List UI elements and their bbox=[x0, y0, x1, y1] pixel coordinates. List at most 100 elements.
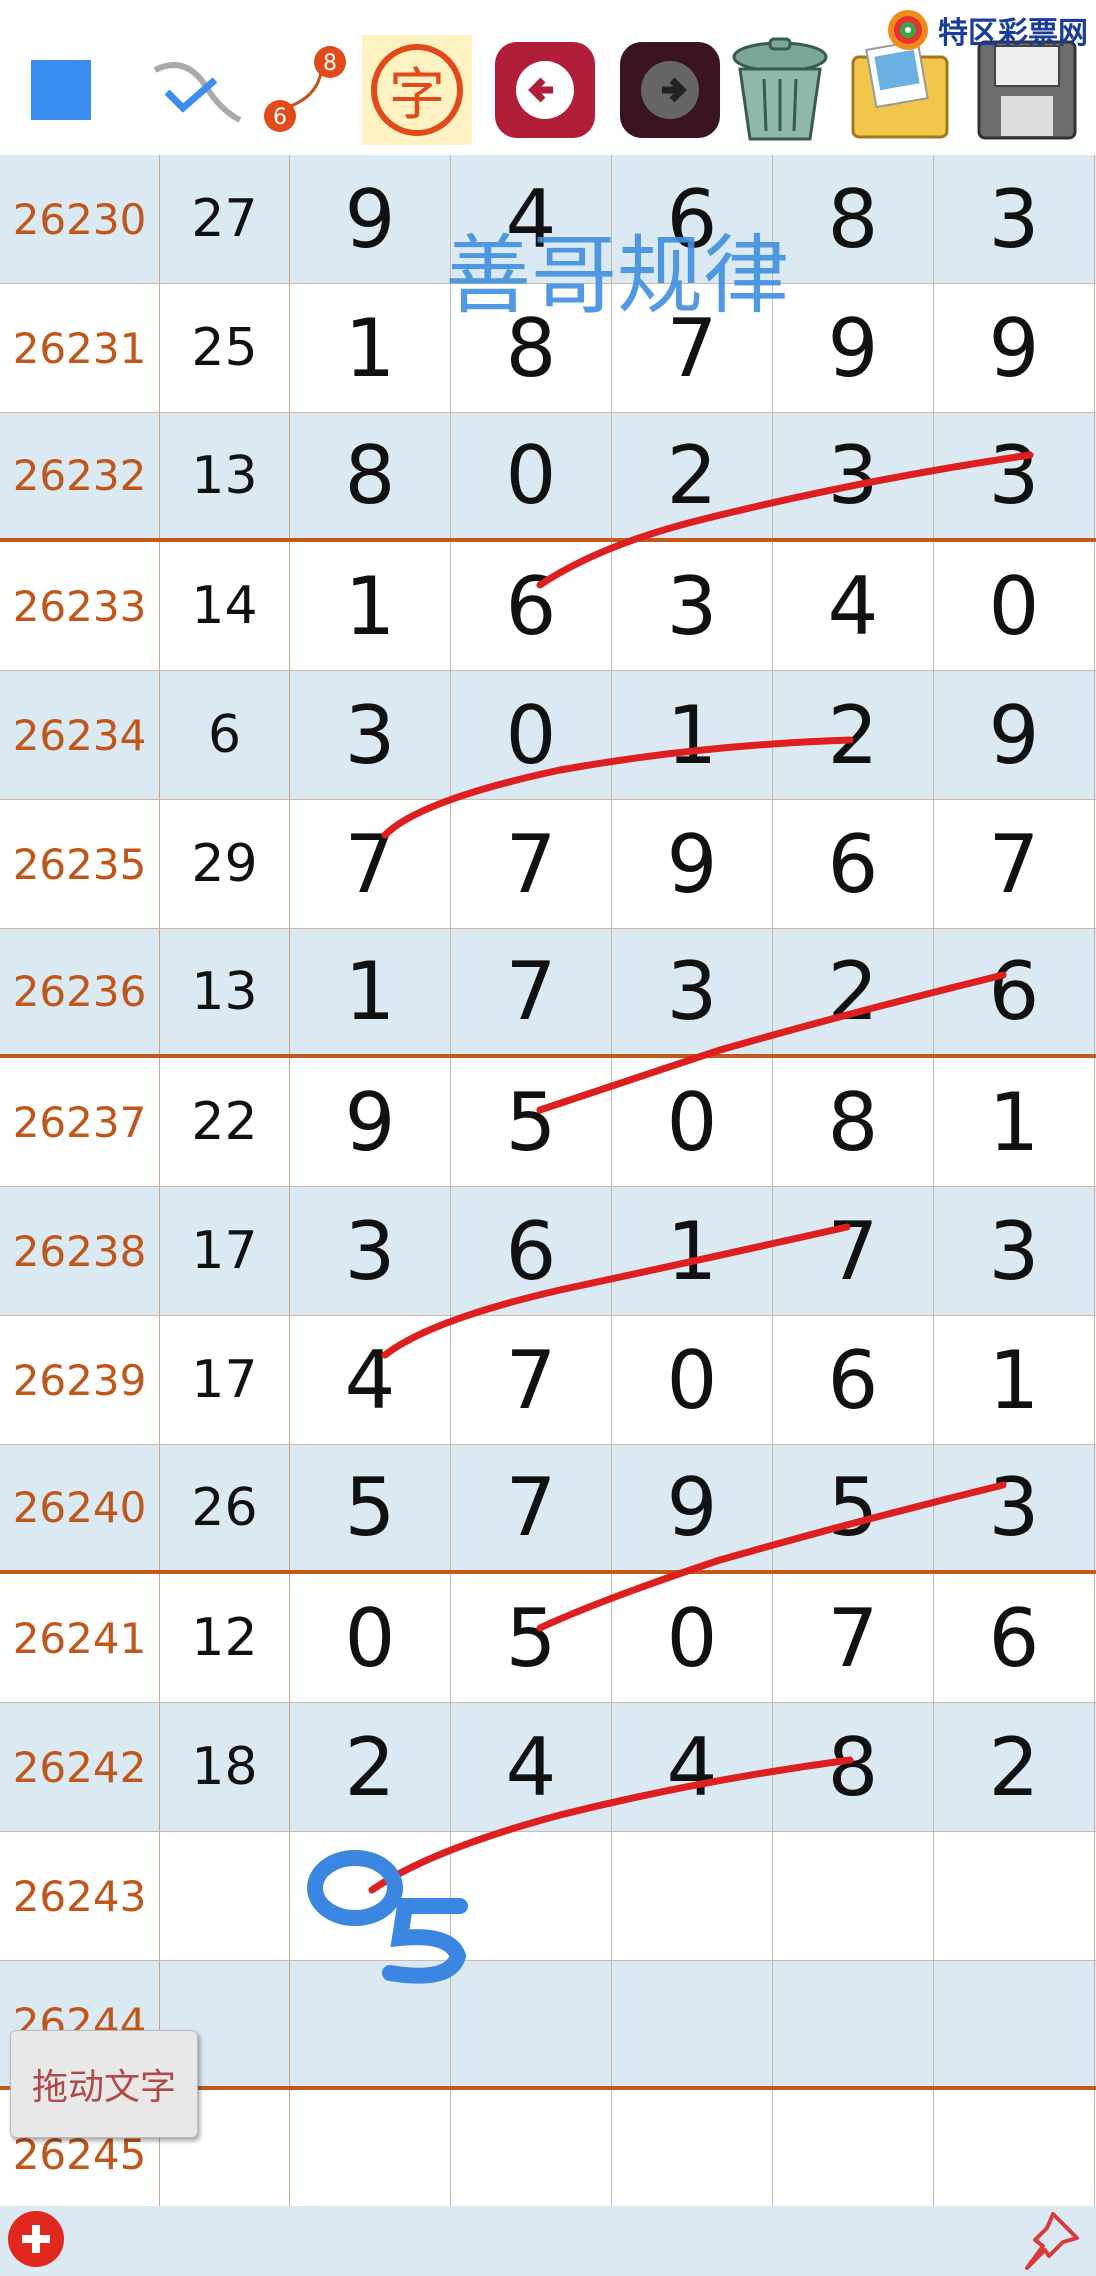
pin-icon[interactable] bbox=[1005, 2208, 1085, 2272]
digit-cell-4[interactable]: 2 bbox=[773, 671, 934, 799]
table-row: 26235 29 7 7 9 6 7 bbox=[0, 800, 1096, 929]
digit-cell-5[interactable]: 1 bbox=[934, 1058, 1095, 1186]
digit-cell-4[interactable] bbox=[773, 1961, 934, 2086]
digit-cell-1[interactable]: 8 bbox=[290, 413, 451, 538]
digit-cell-3[interactable]: 9 bbox=[612, 1445, 773, 1570]
digit-cell-5[interactable]: 2 bbox=[934, 1703, 1095, 1831]
digit-cell-1[interactable]: 1 bbox=[290, 284, 451, 412]
digit-cell-4[interactable] bbox=[773, 2090, 934, 2218]
digit-cell-2[interactable]: 7 bbox=[451, 929, 612, 1054]
digit-cell-3[interactable] bbox=[612, 1961, 773, 2086]
digit-cell-3[interactable]: 9 bbox=[612, 800, 773, 928]
table-row: 26234 6 3 0 1 2 9 bbox=[0, 671, 1096, 800]
digit-cell-5[interactable]: 6 bbox=[934, 1574, 1095, 1702]
digit-cell-3[interactable]: 1 bbox=[612, 671, 773, 799]
sum-value: 17 bbox=[160, 1316, 290, 1444]
digit-cell-5[interactable]: 1 bbox=[934, 1316, 1095, 1444]
digit-cell-3[interactable]: 3 bbox=[612, 542, 773, 670]
digit-cell-4[interactable]: 8 bbox=[773, 1703, 934, 1831]
digit-cell-5[interactable]: 6 bbox=[934, 929, 1095, 1054]
digit-cell-2[interactable]: 7 bbox=[451, 800, 612, 928]
digit-cell-5[interactable]: 3 bbox=[934, 1187, 1095, 1315]
site-logo: 特区彩票网 bbox=[886, 6, 1088, 54]
back-arrow-icon[interactable] bbox=[490, 35, 600, 145]
digit-cell-1[interactable]: 3 bbox=[290, 671, 451, 799]
issue-number: 26243 bbox=[0, 1832, 160, 1960]
digit-cell-4[interactable]: 6 bbox=[773, 1316, 934, 1444]
digit-cell-2[interactable]: 5 bbox=[451, 1574, 612, 1702]
digit-cell-5[interactable]: 3 bbox=[934, 413, 1095, 538]
digit-cell-3[interactable]: 3 bbox=[612, 929, 773, 1054]
digit-cell-1[interactable]: 0 bbox=[290, 1574, 451, 1702]
digit-cell-4[interactable]: 8 bbox=[773, 1058, 934, 1186]
digit-cell-3[interactable]: 0 bbox=[612, 1058, 773, 1186]
add-icon[interactable] bbox=[8, 2211, 64, 2267]
digit-cell-4[interactable]: 6 bbox=[773, 800, 934, 928]
trash-icon[interactable] bbox=[725, 35, 835, 145]
issue-number: 26242 bbox=[0, 1703, 160, 1831]
digit-cell-4[interactable]: 7 bbox=[773, 1187, 934, 1315]
digit-cell-2[interactable]: 0 bbox=[451, 413, 612, 538]
digit-cell-5[interactable]: 9 bbox=[934, 671, 1095, 799]
pen-icon[interactable] bbox=[140, 35, 250, 145]
sum-value: 14 bbox=[160, 542, 290, 670]
sum-value: 6 bbox=[160, 671, 290, 799]
sum-value: 18 bbox=[160, 1703, 290, 1831]
digit-cell-2[interactable]: 0 bbox=[451, 671, 612, 799]
digit-cell-3[interactable]: 4 bbox=[612, 1703, 773, 1831]
digit-cell-5[interactable] bbox=[934, 1832, 1095, 1960]
digit-cell-5[interactable] bbox=[934, 2090, 1095, 2218]
issue-number: 26240 bbox=[0, 1445, 160, 1570]
digit-cell-4[interactable]: 5 bbox=[773, 1445, 934, 1570]
digit-cell-5[interactable] bbox=[934, 1961, 1095, 2086]
digit-cell-3[interactable] bbox=[612, 2090, 773, 2218]
digit-cell-5[interactable]: 3 bbox=[934, 155, 1095, 283]
issue-number: 26232 bbox=[0, 413, 160, 538]
digit-cell-2[interactable]: 6 bbox=[451, 1187, 612, 1315]
digit-cell-1[interactable]: 5 bbox=[290, 1445, 451, 1570]
digit-cell-1[interactable]: 9 bbox=[290, 155, 451, 283]
digit-cell-1[interactable]: 1 bbox=[290, 929, 451, 1054]
color-square-icon[interactable] bbox=[6, 35, 116, 145]
digit-cell-3[interactable]: 1 bbox=[612, 1187, 773, 1315]
char-tool-icon[interactable]: 字 bbox=[362, 35, 472, 145]
digit-cell-5[interactable]: 3 bbox=[934, 1445, 1095, 1570]
digit-cell-4[interactable]: 7 bbox=[773, 1574, 934, 1702]
digit-cell-5[interactable]: 7 bbox=[934, 800, 1095, 928]
digit-cell-5[interactable]: 9 bbox=[934, 284, 1095, 412]
forward-arrow-icon[interactable] bbox=[615, 35, 725, 145]
digit-cell-4[interactable]: 9 bbox=[773, 284, 934, 412]
issue-number: 26233 bbox=[0, 542, 160, 670]
issue-number: 26237 bbox=[0, 1058, 160, 1186]
line-number-tool-icon[interactable]: 8 6 bbox=[255, 35, 365, 145]
digit-cell-3[interactable]: 2 bbox=[612, 413, 773, 538]
table-row: 26242 18 2 4 4 8 2 bbox=[0, 1703, 1096, 1832]
logo-swirl-icon bbox=[888, 10, 928, 50]
digit-cell-1[interactable]: 4 bbox=[290, 1316, 451, 1444]
digit-cell-3[interactable] bbox=[612, 1832, 773, 1960]
digit-cell-1[interactable]: 7 bbox=[290, 800, 451, 928]
digit-cell-2[interactable]: 7 bbox=[451, 1316, 612, 1444]
digit-cell-4[interactable]: 3 bbox=[773, 413, 934, 538]
digit-cell-1[interactable]: 1 bbox=[290, 542, 451, 670]
digit-cell-1[interactable]: 9 bbox=[290, 1058, 451, 1186]
digit-cell-3[interactable]: 0 bbox=[612, 1316, 773, 1444]
digit-cell-1[interactable]: 2 bbox=[290, 1703, 451, 1831]
drag-text-button[interactable]: 拖动文字 bbox=[10, 2030, 198, 2138]
digit-cell-4[interactable] bbox=[773, 1832, 934, 1960]
digit-cell-1[interactable] bbox=[290, 2090, 451, 2218]
digit-cell-4[interactable]: 2 bbox=[773, 929, 934, 1054]
digit-cell-5[interactable]: 0 bbox=[934, 542, 1095, 670]
digit-cell-3[interactable]: 0 bbox=[612, 1574, 773, 1702]
issue-number: 26238 bbox=[0, 1187, 160, 1315]
digit-cell-2[interactable]: 6 bbox=[451, 542, 612, 670]
digit-cell-2[interactable]: 5 bbox=[451, 1058, 612, 1186]
toolbar: 8 6 字 特区彩票网 bbox=[0, 0, 1096, 155]
digit-cell-1[interactable]: 3 bbox=[290, 1187, 451, 1315]
digit-cell-4[interactable]: 4 bbox=[773, 542, 934, 670]
table-row: 26232 13 8 0 2 3 3 bbox=[0, 413, 1096, 542]
digit-cell-2[interactable]: 4 bbox=[451, 1703, 612, 1831]
digit-cell-2[interactable]: 7 bbox=[451, 1445, 612, 1570]
digit-cell-2[interactable] bbox=[451, 2090, 612, 2218]
digit-cell-4[interactable]: 8 bbox=[773, 155, 934, 283]
